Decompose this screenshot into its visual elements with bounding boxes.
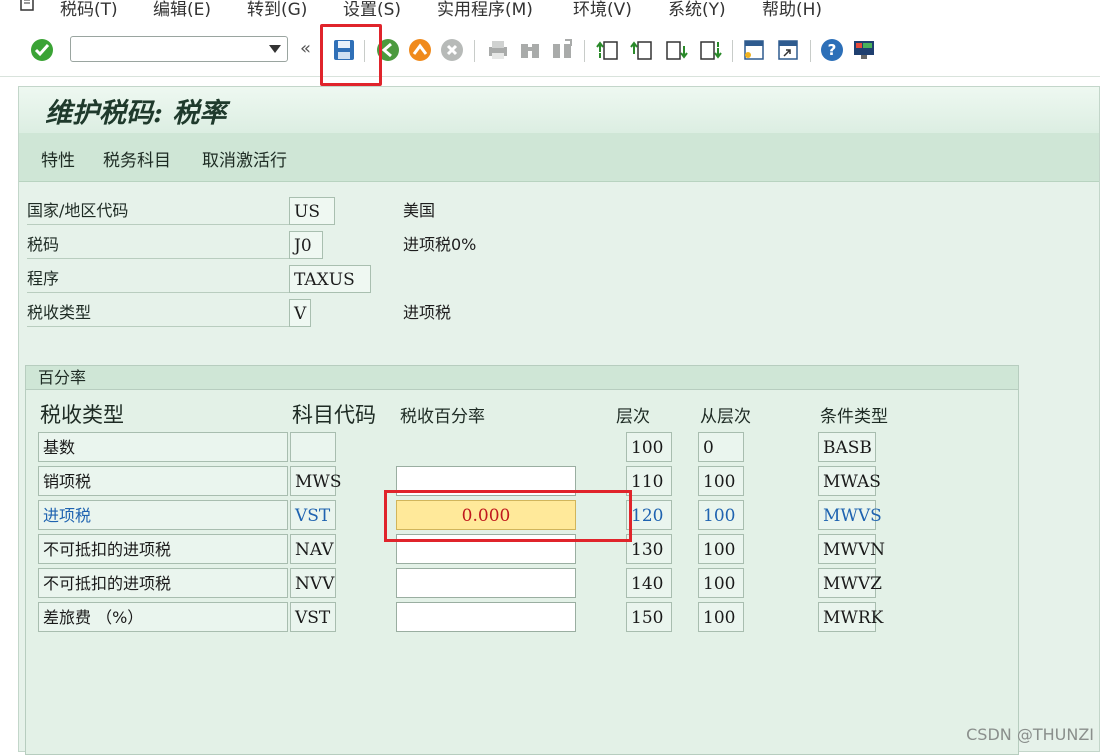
country-name-text: 美国 bbox=[403, 201, 436, 220]
percentage-group: 百分率 税收类型 科目代码 税收百分率 层次 从层次 条件类型 基数 100 0… bbox=[25, 365, 1019, 755]
row-condition-type: MWRK bbox=[818, 602, 883, 632]
application-toolbar: 特性 税务科目 取消激活行 bbox=[19, 133, 1099, 182]
row-condition-type: BASB bbox=[818, 432, 876, 462]
customize-layout-icon[interactable] bbox=[852, 38, 876, 62]
help-icon[interactable]: ? bbox=[820, 38, 844, 62]
previous-page-icon[interactable] bbox=[630, 38, 654, 62]
shortcut-icon[interactable] bbox=[776, 38, 800, 62]
standard-toolbar: « ? bbox=[0, 24, 1100, 77]
row-level: 130 bbox=[626, 534, 672, 564]
country-code-field[interactable]: US bbox=[289, 197, 335, 225]
collapse-arrows-icon[interactable]: « bbox=[300, 38, 311, 59]
menu-help[interactable]: 帮助(H) bbox=[762, 0, 822, 20]
menu-goto[interactable]: 转到(G) bbox=[247, 0, 307, 20]
menu-edit[interactable]: 编辑(E) bbox=[153, 0, 211, 20]
save-highlight-box bbox=[320, 24, 382, 86]
row-tax-type: 进项税 bbox=[38, 500, 288, 530]
row-level: 150 bbox=[626, 602, 672, 632]
menu-tax-code[interactable]: 税码(T) bbox=[60, 0, 118, 20]
group-title: 百分率 bbox=[26, 366, 1018, 390]
cancel-icon[interactable] bbox=[440, 38, 464, 62]
menu-bar: 税码(T) 编辑(E) 转到(G) 设置(S) 实用程序(M) 环境(V) 系统… bbox=[0, 0, 1100, 24]
menu-settings[interactable]: 设置(S) bbox=[343, 0, 401, 20]
enter-check-icon[interactable] bbox=[30, 38, 54, 62]
row-condition-type: MWAS bbox=[818, 466, 881, 496]
deactivate-line-button[interactable]: 取消激活行 bbox=[202, 146, 287, 171]
row-account-key: VST bbox=[290, 602, 336, 632]
row-from-level: 100 bbox=[698, 602, 744, 632]
tax-code-description: 进项税0% bbox=[403, 235, 477, 254]
row-level: 140 bbox=[626, 568, 672, 598]
country-code-label: 国家/地区代码 bbox=[27, 197, 289, 225]
toolbar-separator bbox=[474, 40, 475, 62]
first-page-icon[interactable] bbox=[596, 38, 620, 62]
row-from-level: 100 bbox=[698, 534, 744, 564]
command-field[interactable] bbox=[70, 36, 288, 62]
row-account-key: NAV bbox=[290, 534, 336, 564]
next-page-icon[interactable] bbox=[664, 38, 688, 62]
row-from-level: 0 bbox=[698, 432, 744, 462]
row-level: 110 bbox=[626, 466, 672, 496]
col-from-level: 从层次 bbox=[700, 407, 751, 427]
last-page-icon[interactable] bbox=[698, 38, 722, 62]
tax-accounts-button[interactable]: 税务科目 bbox=[103, 146, 171, 171]
row-tax-type: 销项税 bbox=[38, 466, 288, 496]
svg-text:?: ? bbox=[828, 41, 837, 59]
menu-system[interactable]: 系统(Y) bbox=[668, 0, 726, 20]
tax-type-label: 税收类型 bbox=[27, 299, 289, 327]
toolbar-separator bbox=[732, 40, 733, 62]
procedure-field[interactable]: TAXUS bbox=[289, 265, 371, 293]
tax-type-field[interactable]: V bbox=[289, 299, 311, 327]
col-tax-rate: 税收百分率 bbox=[400, 407, 485, 427]
page-title: 维护税码: 税率 bbox=[45, 98, 227, 129]
row-condition-type: MWVZ bbox=[818, 568, 882, 598]
row-condition-type: MWVS bbox=[818, 500, 882, 530]
row-condition-type: MWVN bbox=[818, 534, 885, 564]
row-tax-rate-input[interactable] bbox=[396, 602, 576, 632]
title-bar: 维护税码: 税率 bbox=[19, 87, 1099, 133]
chevron-down-icon[interactable] bbox=[269, 45, 281, 53]
row-tax-type: 基数 bbox=[38, 432, 288, 462]
tax-code-label: 税码 bbox=[27, 231, 289, 259]
row-account-key: VST bbox=[290, 500, 336, 530]
col-account-key: 科目代码 bbox=[292, 403, 376, 427]
rate-highlight-box bbox=[384, 490, 632, 542]
find-next-icon[interactable] bbox=[550, 38, 574, 62]
new-session-icon[interactable] bbox=[742, 38, 766, 62]
row-account-key bbox=[290, 432, 336, 462]
row-level: 120 bbox=[626, 500, 672, 530]
toolbar-separator bbox=[810, 40, 811, 62]
main-panel: 维护税码: 税率 特性 税务科目 取消激活行 国家/地区代码 US 美国 税码 … bbox=[18, 86, 1100, 755]
row-from-level: 100 bbox=[698, 568, 744, 598]
row-account-key: NVV bbox=[290, 568, 336, 598]
procedure-label: 程序 bbox=[27, 265, 289, 293]
menu-document-icon[interactable] bbox=[18, 0, 38, 14]
menu-utilities[interactable]: 实用程序(M) bbox=[437, 0, 533, 20]
find-icon[interactable] bbox=[518, 38, 542, 62]
menu-environment[interactable]: 环境(V) bbox=[573, 0, 632, 20]
row-from-level: 100 bbox=[698, 466, 744, 496]
command-input[interactable] bbox=[75, 39, 259, 61]
row-account-key: MWS bbox=[290, 466, 342, 496]
tax-code-field[interactable]: J0 bbox=[289, 231, 323, 259]
row-tax-type: 差旅费 （%） bbox=[38, 602, 288, 632]
col-condition-type: 条件类型 bbox=[820, 407, 888, 427]
watermark: CSDN @THUNZI bbox=[966, 725, 1094, 744]
row-tax-type: 不可抵扣的进项税 bbox=[38, 568, 288, 598]
properties-button[interactable]: 特性 bbox=[41, 146, 75, 171]
row-from-level: 100 bbox=[698, 500, 744, 530]
toolbar-separator bbox=[584, 40, 585, 62]
col-level: 层次 bbox=[616, 407, 650, 427]
exit-icon[interactable] bbox=[408, 38, 432, 62]
row-level: 100 bbox=[626, 432, 672, 462]
row-tax-rate-input[interactable] bbox=[396, 568, 576, 598]
col-tax-type: 税收类型 bbox=[40, 403, 124, 427]
tax-type-description: 进项税 bbox=[403, 303, 452, 322]
row-tax-type: 不可抵扣的进项税 bbox=[38, 534, 288, 564]
print-icon[interactable] bbox=[486, 38, 510, 62]
